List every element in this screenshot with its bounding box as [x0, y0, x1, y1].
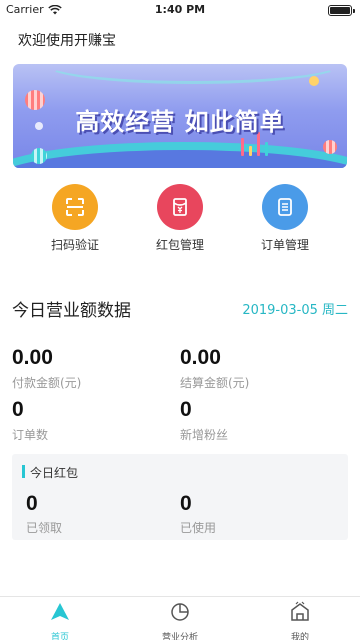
paid-amount-value: 0.00 [12, 346, 53, 369]
tab-mine[interactable]: 我的 [270, 601, 330, 640]
red-packet-icon [157, 184, 203, 230]
promo-banner[interactable]: 高效经营 如此简单 [13, 64, 347, 168]
order-count-value: 0 [12, 398, 24, 421]
settled-amount-value: 0.00 [180, 346, 221, 369]
paid-amount-label: 付款金额(元) [12, 376, 82, 390]
banner-headline: 高效经营 如此简单 [75, 108, 285, 136]
scan-icon [52, 184, 98, 230]
welcome-title: 欢迎使用开赚宝 [18, 33, 116, 49]
tab-home-label: 首页 [50, 633, 69, 640]
home-icon [51, 603, 69, 620]
scan-verify-button[interactable]: 扫码验证 [35, 184, 115, 253]
new-fans-label: 新增粉丝 [180, 428, 229, 442]
tab-business-analysis[interactable]: 营业分析 [150, 601, 210, 640]
tab-business-analysis-label: 营业分析 [161, 633, 198, 640]
used-label: 已使用 [180, 521, 217, 535]
claimed-label: 已领取 [26, 521, 63, 535]
order-manage-button[interactable]: 订单管理 [245, 184, 325, 253]
used-value: 0 [180, 492, 192, 515]
date-selector[interactable]: 2019-03-05 周二 [242, 299, 348, 318]
scan-verify-label: 扫码验证 [50, 238, 99, 252]
claimed-value: 0 [26, 492, 38, 515]
status-bar: Carrier 1:40 PM [0, 0, 360, 20]
order-count-label: 订单数 [12, 428, 49, 442]
red-packet-manage-button[interactable]: 红包管理 [140, 184, 220, 253]
bottom-tab-bar: 首页 营业分析 我的 [0, 596, 360, 640]
red-packet-manage-label: 红包管理 [155, 238, 204, 252]
pie-chart-icon [171, 603, 189, 621]
order-list-icon [262, 184, 308, 230]
tab-mine-label: 我的 [290, 633, 309, 640]
card-accent-bar [22, 465, 25, 478]
status-time: 1:40 PM [154, 3, 206, 16]
shop-icon [291, 601, 309, 621]
today-revenue-title: 今日营业额数据 [12, 301, 131, 321]
tab-home[interactable]: 首页 [30, 601, 90, 640]
battery-icon [328, 5, 355, 16]
settled-amount-label: 结算金额(元) [180, 376, 250, 390]
new-fans-value: 0 [180, 398, 192, 421]
order-manage-label: 订单管理 [260, 238, 309, 252]
red-packet-card-title: 今日红包 [30, 466, 79, 480]
